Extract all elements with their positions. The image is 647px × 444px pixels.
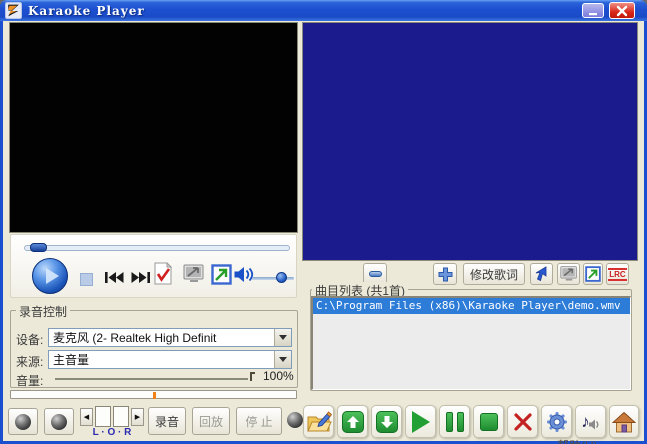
title-bar[interactable]: Karaoke Player <box>0 0 647 21</box>
gear-icon <box>546 411 568 433</box>
play-icon <box>412 411 430 433</box>
x-icon <box>513 412 533 432</box>
volume-label: 音量: <box>16 372 43 389</box>
balance-slider-right[interactable] <box>113 406 129 427</box>
settings-button[interactable] <box>541 405 572 438</box>
audio-settings-button[interactable]: ♪ <box>575 405 606 438</box>
next-track-button[interactable] <box>131 271 151 284</box>
led-indicator-icon <box>15 414 31 430</box>
source-dropdown-button[interactable] <box>274 351 291 368</box>
playlist-stop-button[interactable] <box>473 405 504 438</box>
delete-button[interactable] <box>507 405 538 438</box>
up-arrow-icon <box>342 411 364 433</box>
move-up-button[interactable] <box>337 405 368 438</box>
window-title: Karaoke Player <box>28 4 145 18</box>
video-display[interactable] <box>10 23 297 232</box>
volume-slider[interactable] <box>252 277 294 280</box>
volume-slider-thumb[interactable] <box>276 272 287 283</box>
record-button[interactable]: 录音 <box>148 407 186 435</box>
check-document-button[interactable] <box>152 262 173 287</box>
screen-arrow-icon <box>211 264 232 285</box>
device-dropdown-button[interactable] <box>274 329 291 346</box>
minimize-button[interactable] <box>582 3 604 18</box>
display-icon <box>559 265 579 283</box>
modify-lyrics-button[interactable]: 修改歌词 <box>463 263 525 285</box>
record-volume-thumb[interactable] <box>250 372 252 381</box>
playlist-play-button[interactable] <box>405 405 436 438</box>
home-icon <box>612 411 636 433</box>
minus-icon <box>369 271 382 277</box>
record-volume-slider[interactable] <box>55 378 248 380</box>
assign-lyric-button[interactable] <box>530 263 553 285</box>
close-icon <box>616 5 628 17</box>
seek-thumb[interactable] <box>30 243 47 252</box>
source-value: 主音量 <box>49 351 274 368</box>
lyrics-display[interactable] <box>303 23 637 260</box>
chevron-down-icon <box>279 357 287 362</box>
capture-display-button[interactable] <box>182 263 206 285</box>
small-speaker-icon <box>588 419 600 430</box>
app-icon <box>5 2 22 19</box>
fullscreen-button-2[interactable] <box>583 263 603 285</box>
previous-track-button[interactable] <box>104 271 124 284</box>
record-volume-value: 100% <box>263 369 294 383</box>
folder-edit-icon <box>306 410 332 434</box>
display-icon <box>182 263 206 285</box>
pointer-icon <box>534 266 549 282</box>
mute-button[interactable] <box>233 266 254 283</box>
balance-left-button[interactable]: ◀ <box>80 408 93 426</box>
play-button[interactable] <box>32 258 68 294</box>
move-down-button[interactable] <box>371 405 402 438</box>
balance-label: L · O · R <box>80 427 144 438</box>
seek-bar[interactable] <box>24 245 290 251</box>
down-arrow-icon <box>376 411 398 433</box>
playlist-item-selected[interactable]: C:\Program Files (x86)\Karaoke Player\de… <box>313 298 630 314</box>
level-meter-tick <box>153 392 156 399</box>
check-document-icon <box>152 262 173 287</box>
lrc-label: LRC <box>608 268 626 281</box>
speaker-icon <box>233 266 254 283</box>
balance-control: ◀ ▶ L · O · R <box>80 408 144 438</box>
playback-button[interactable]: 回放 <box>192 407 230 435</box>
record-status-led <box>287 412 303 428</box>
led-button-right[interactable] <box>44 408 74 435</box>
fullscreen-button[interactable] <box>211 264 232 285</box>
playlist-pause-button[interactable] <box>439 405 470 438</box>
record-stop-button[interactable]: 停 止 <box>236 407 282 435</box>
lrc-button[interactable]: LRC <box>606 263 629 285</box>
balance-right-button[interactable]: ▶ <box>131 408 144 426</box>
device-value: 麦克风 (2- Realtek High Definit <box>49 329 274 346</box>
next-icon <box>131 271 151 284</box>
recording-groupbox <box>10 310 298 388</box>
close-button[interactable] <box>609 2 635 19</box>
play-icon <box>46 268 59 284</box>
level-meter <box>10 390 297 399</box>
device-combobox[interactable]: 麦克风 (2- Realtek High Definit <box>48 328 292 347</box>
balance-slider-left[interactable] <box>95 406 111 427</box>
chevron-down-icon <box>279 335 287 340</box>
led-indicator-icon <box>51 414 67 430</box>
pause-icon <box>446 412 464 432</box>
help-link[interactable]: 帮助(H) <box>557 437 598 444</box>
led-button-left[interactable] <box>8 408 38 435</box>
screen-arrow-icon <box>585 266 601 282</box>
source-combobox[interactable]: 主音量 <box>48 350 292 369</box>
device-label: 设备: <box>16 331 43 348</box>
stop-button[interactable] <box>80 273 93 286</box>
previous-icon <box>104 271 124 284</box>
source-label: 来源: <box>16 353 43 370</box>
home-button[interactable] <box>609 405 639 438</box>
playlist[interactable]: C:\Program Files (x86)\Karaoke Player\de… <box>311 296 631 390</box>
application-window: Karaoke Player <box>0 0 647 444</box>
open-file-button[interactable] <box>303 405 334 438</box>
capture-display-button-2[interactable] <box>557 263 580 285</box>
stop-icon <box>480 413 498 431</box>
plus-icon <box>438 267 453 282</box>
add-track-button[interactable] <box>433 263 457 285</box>
recording-group-label: 录音控制 <box>16 303 70 320</box>
minimize-icon <box>587 6 599 16</box>
